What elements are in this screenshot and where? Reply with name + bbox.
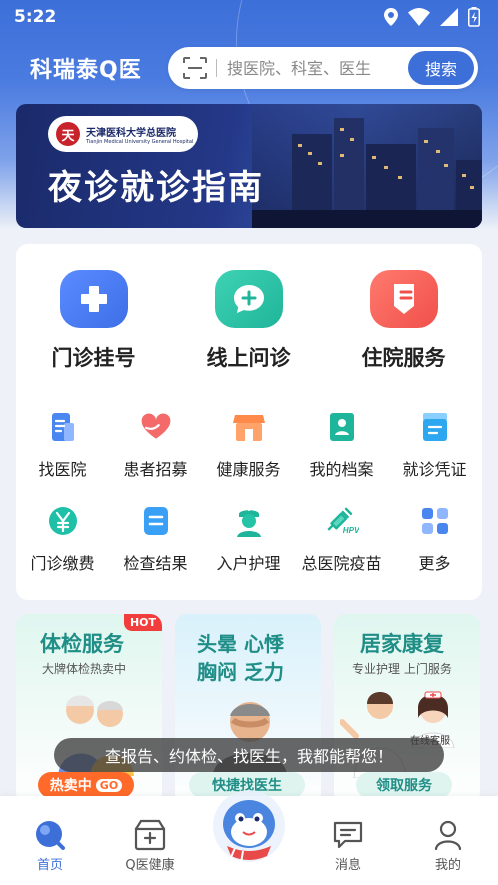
service-label: 找医院	[38, 460, 87, 479]
hospital-doc-icon	[46, 410, 80, 444]
hpv-syringe-icon: HPV	[325, 504, 359, 538]
service-label: 我的档案	[309, 460, 374, 479]
promo-subtitle: 专业护理 上门服务	[352, 662, 452, 676]
nav-profile[interactable]: 我的	[408, 818, 488, 873]
user-icon	[431, 818, 465, 852]
battery-icon	[468, 7, 480, 27]
promo-title: 体检服务	[40, 632, 124, 656]
banner-title: 夜诊就诊指南	[48, 168, 264, 208]
nav-messages[interactable]: 消息	[308, 818, 388, 873]
nav-home[interactable]: 首页	[10, 818, 90, 873]
nav-label: 消息	[334, 858, 361, 873]
health-box-icon	[133, 818, 167, 852]
grid-icon	[418, 504, 452, 538]
service-my-records[interactable]: 我的档案	[295, 410, 388, 480]
service-label: 患者招募	[123, 460, 188, 479]
service-outpatient-payment[interactable]: 门诊缴费	[16, 504, 109, 574]
service-label: 更多	[418, 554, 451, 573]
hospital-skyline-image	[252, 104, 482, 228]
go-tag: GO	[95, 778, 123, 792]
top-bar: 科瑞泰Q医 搜索	[0, 46, 498, 90]
promo-button-label: 热卖中	[49, 778, 92, 794]
nav-label: 我的	[434, 858, 461, 873]
service-find-hospital[interactable]: 找医院	[16, 410, 109, 480]
mascot-assistant-button[interactable]	[213, 784, 285, 868]
service-patient-recruitment[interactable]: 患者招募	[109, 410, 202, 480]
promo-hot-sale-button[interactable]: 热卖中 GO	[38, 772, 134, 798]
service-label: 入户护理	[216, 554, 281, 573]
services-card: 门诊挂号 线上问诊 住院服务 找医院 患者招募 健康服务 我的档案 就诊凭证 门…	[16, 244, 482, 600]
app-logo: 科瑞泰Q医	[30, 58, 142, 83]
service-label: 总医院疫苗	[301, 554, 382, 573]
hospital-name-en: Tianjin Medical University General Hospi…	[86, 138, 194, 145]
promo-title-line1: 头晕 心悸	[197, 632, 284, 656]
bed-icon	[369, 270, 438, 328]
search-box[interactable]: 搜索	[168, 47, 478, 89]
profile-book-icon	[325, 410, 359, 444]
yen-icon	[46, 504, 80, 538]
service-visit-voucher[interactable]: 就诊凭证	[388, 410, 481, 480]
voucher-icon	[418, 410, 452, 444]
status-time: 5:22	[14, 7, 57, 27]
night-clinic-banner[interactable]: 天 天津医科大学总医院 Tianjin Medical University G…	[16, 104, 482, 228]
report-icon	[139, 504, 173, 538]
hospital-badge: 天 天津医科大学总医院 Tianjin Medical University G…	[48, 116, 198, 152]
promo-button-label: 领取服务	[376, 778, 432, 794]
home-q-icon	[33, 818, 67, 852]
promo-subtitle: 大牌体检热卖中	[42, 662, 127, 676]
hot-badge: HOT	[123, 614, 162, 631]
promo-physical-exam[interactable]: HOT 体检服务 大牌体检热卖中 热卖中 GO	[16, 614, 162, 804]
service-home-nursing[interactable]: 入户护理	[202, 504, 295, 574]
promo-title-line2: 胸闷 乏力	[197, 660, 284, 684]
nav-label: Q医健康	[125, 858, 175, 873]
service-label: 线上问诊	[206, 346, 291, 370]
service-online-consultation[interactable]: 线上问诊	[171, 270, 326, 372]
search-divider	[216, 59, 217, 77]
hospital-name-cn: 天津医科大学总医院	[86, 127, 176, 139]
search-input[interactable]	[227, 58, 408, 78]
nurse-icon	[232, 504, 266, 538]
search-button[interactable]: 搜索	[408, 51, 474, 85]
plus-cross-icon	[59, 270, 128, 328]
promo-find-doctor[interactable]: 头晕 心悸 胸闷 乏力 快捷找医生	[175, 614, 321, 804]
service-outpatient-registration[interactable]: 门诊挂号	[16, 270, 171, 372]
nav-label: 首页	[36, 858, 63, 873]
assistant-tip[interactable]: 查报告、约体检、找医生，我都能帮您！	[54, 738, 444, 772]
service-label: 门诊挂号	[51, 346, 136, 370]
svg-text:HPV: HPV	[342, 526, 358, 535]
message-icon	[331, 818, 365, 852]
service-label: 住院服务	[361, 346, 446, 370]
service-health-services[interactable]: 健康服务	[202, 410, 295, 480]
service-exam-results[interactable]: 检查结果	[109, 504, 202, 574]
chat-plus-icon	[214, 270, 283, 328]
promo-title: 居家康复	[360, 632, 444, 656]
service-label: 检查结果	[123, 554, 188, 573]
status-icons	[384, 7, 480, 27]
status-bar: 5:22	[0, 0, 498, 34]
service-label: 就诊凭证	[402, 460, 467, 479]
service-label: 门诊缴费	[30, 554, 95, 573]
nav-q-health[interactable]: Q医健康	[110, 818, 190, 873]
heart-hand-icon	[139, 410, 173, 444]
service-inpatient[interactable]: 住院服务	[326, 270, 481, 372]
store-icon	[232, 410, 266, 444]
wifi-icon	[408, 8, 430, 26]
signal-icon	[440, 8, 458, 26]
promo-get-service-button[interactable]: 领取服务	[356, 772, 452, 798]
hospital-seal-icon: 天	[56, 122, 80, 146]
location-icon	[384, 8, 398, 26]
service-more[interactable]: 更多	[388, 504, 481, 574]
scan-icon[interactable]	[182, 56, 208, 80]
service-hospital-vaccine[interactable]: HPV 总医院疫苗	[295, 504, 388, 574]
service-label: 健康服务	[216, 460, 281, 479]
